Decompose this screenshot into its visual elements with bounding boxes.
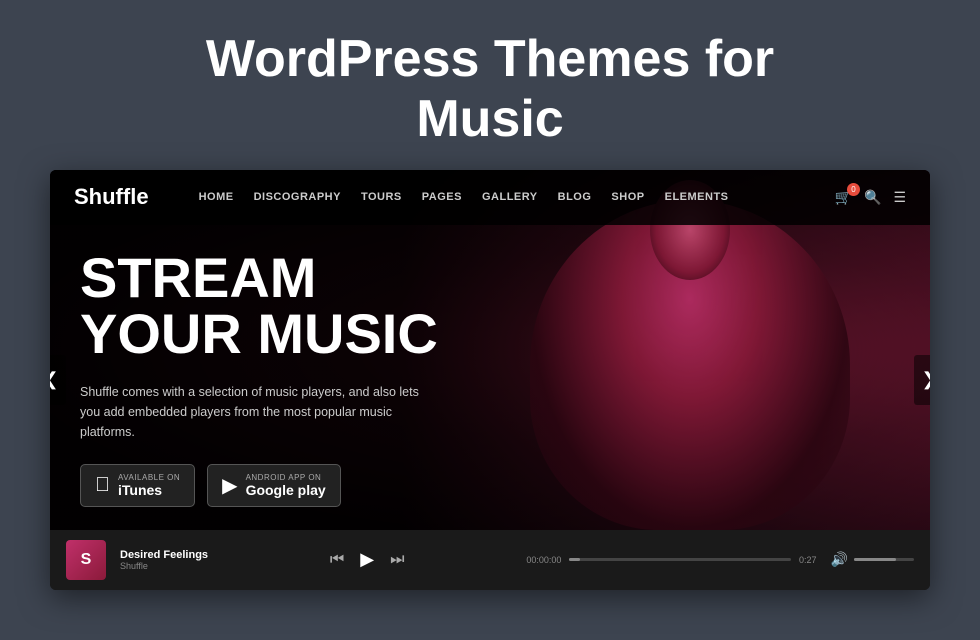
player-time-current: 00:00:00 bbox=[526, 555, 561, 565]
nav-icons: 🛒 🔍 ☰ bbox=[835, 189, 906, 206]
google-label: Google play bbox=[246, 482, 326, 498]
player-artist: Shuffle bbox=[120, 561, 208, 571]
google-label-small: ANDROID APP ON bbox=[246, 473, 326, 482]
progress-bar[interactable] bbox=[569, 558, 791, 561]
volume-bar[interactable] bbox=[854, 558, 914, 561]
nav-link-discography[interactable]: DISCOGRAPHY bbox=[254, 191, 341, 203]
menu-icon[interactable]: ☰ bbox=[893, 189, 906, 206]
itunes-label-small: Available on bbox=[118, 473, 180, 482]
theme-nav: Shuffle HOME DISCOGRAPHY TOURS PAGES GAL… bbox=[50, 170, 930, 225]
player-time-total: 0:27 bbox=[799, 555, 817, 565]
nav-link-home[interactable]: HOME bbox=[199, 191, 234, 203]
search-icon[interactable]: 🔍 bbox=[864, 189, 881, 206]
player-progress: 00:00:00 0:27 bbox=[526, 555, 816, 565]
page-title: WordPress Themes for Music bbox=[20, 30, 960, 150]
itunes-label: iTunes bbox=[118, 482, 180, 498]
apple-icon:  bbox=[95, 474, 110, 497]
browser-container: ❮ ❯ Shuffle HOME DISCOGRAPHY TOURS PAGES… bbox=[50, 170, 930, 590]
player-track-name: Desired Feelings bbox=[120, 549, 208, 561]
nav-link-blog[interactable]: BLOG bbox=[558, 191, 592, 203]
music-player: S Desired Feelings Shuffle ⏮ ▶ ⏭ 00:00:0… bbox=[50, 530, 930, 590]
page-header: WordPress Themes for Music bbox=[0, 0, 980, 170]
theme-preview: Shuffle HOME DISCOGRAPHY TOURS PAGES GAL… bbox=[50, 170, 930, 590]
nav-link-tours[interactable]: TOURS bbox=[361, 191, 402, 203]
skip-forward-button[interactable]: ⏭ bbox=[390, 551, 404, 569]
hero-title: STREAM YOUR MUSIC bbox=[80, 250, 440, 362]
skip-back-button[interactable]: ⏮ bbox=[330, 551, 344, 569]
player-logo: S bbox=[81, 551, 92, 569]
itunes-button[interactable]:  Available on iTunes bbox=[80, 464, 195, 507]
hero-content: STREAM YOUR MUSIC Shuffle comes with a s… bbox=[80, 250, 440, 507]
progress-bar-fill bbox=[569, 558, 580, 561]
carousel-arrow-left[interactable]: ❮ bbox=[50, 355, 66, 405]
carousel-arrow-right[interactable]: ❯ bbox=[914, 355, 930, 405]
player-controls: ⏮ ▶ ⏭ bbox=[222, 549, 512, 570]
nav-link-gallery[interactable]: GALLERY bbox=[482, 191, 538, 203]
player-track-info: Desired Feelings Shuffle bbox=[120, 549, 208, 571]
nav-logo: Shuffle bbox=[74, 184, 149, 210]
nav-link-pages[interactable]: PAGES bbox=[422, 191, 462, 203]
nav-links: HOME DISCOGRAPHY TOURS PAGES GALLERY BLO… bbox=[199, 191, 835, 203]
player-thumbnail: S bbox=[66, 540, 106, 580]
volume-bar-fill bbox=[854, 558, 896, 561]
hero-subtitle: Shuffle comes with a selection of music … bbox=[80, 382, 440, 442]
hero-buttons:  Available on iTunes ▶ ANDROID APP ON G… bbox=[80, 464, 440, 507]
cart-icon[interactable]: 🛒 bbox=[835, 189, 852, 206]
play-button[interactable]: ▶ bbox=[360, 549, 374, 570]
google-play-button[interactable]: ▶ ANDROID APP ON Google play bbox=[207, 464, 341, 507]
player-volume: 🔊 bbox=[831, 551, 914, 568]
volume-icon: 🔊 bbox=[831, 551, 848, 568]
nav-link-elements[interactable]: ELEMENTS bbox=[665, 191, 729, 203]
singer-figure bbox=[530, 200, 850, 530]
nav-link-shop[interactable]: SHOP bbox=[611, 191, 644, 203]
google-play-icon: ▶ bbox=[222, 473, 237, 498]
